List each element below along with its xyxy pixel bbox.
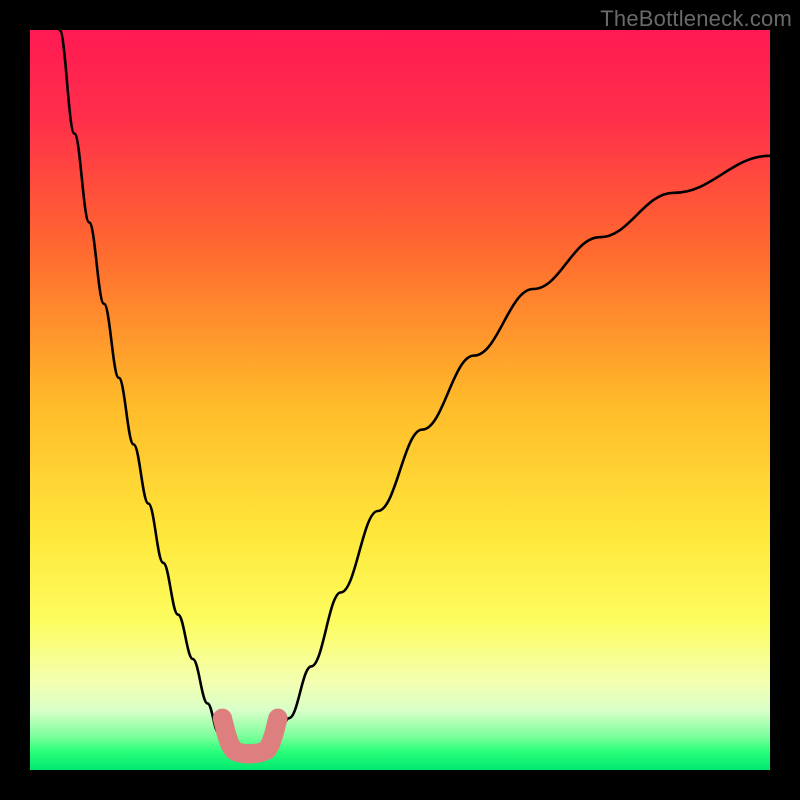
plot-area xyxy=(30,30,770,770)
curve-left xyxy=(60,30,230,748)
curve-layer xyxy=(30,30,770,770)
watermark-text: TheBottleneck.com xyxy=(600,6,792,32)
curve-right xyxy=(274,156,770,748)
highlight-marker xyxy=(222,718,278,754)
chart-frame: TheBottleneck.com xyxy=(0,0,800,800)
